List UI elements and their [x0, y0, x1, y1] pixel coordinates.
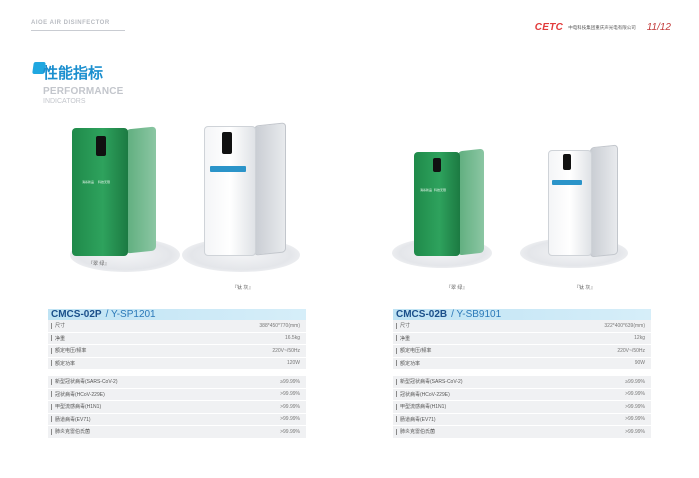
spec-table-left: CMCS-02P / Y-SP1201 尺寸 388*450*770(mm) 净重… — [48, 309, 306, 439]
header-brand: CETC 中电科技集团重庆声光电有限公司 11/12 — [535, 22, 671, 33]
spec-table-right: CMCS-02B / Y-SB9101 尺寸 322*400*639(mm) 净重… — [393, 309, 651, 439]
panel-text-1: 消杀新品 — [82, 180, 95, 184]
panel-text-4: 科技无限 — [434, 188, 447, 192]
model-alt: / Y-SB9101 — [451, 309, 502, 320]
spec-row: 额定功率 90W — [393, 357, 651, 370]
spec-header-right: CMCS-02B / Y-SB9101 — [393, 309, 651, 320]
color-label-white-right: 『钛 灰』 — [574, 285, 596, 291]
spec-value: >99.99% — [280, 416, 300, 423]
model-alt: / Y-SP1201 — [105, 309, 156, 320]
spec-label: 肠道病毒(EV71) — [51, 416, 91, 423]
spec-row: 甲型流感病毒(H1N1) >99.99% — [48, 401, 306, 414]
color-label-white-left: 『钛 灰』 — [232, 285, 254, 291]
spec-row: 额定功率 120W — [48, 357, 306, 370]
spec-label: 肺炎克雷伯氏菌 — [51, 428, 90, 435]
spec-row: 净重 12kg — [393, 332, 651, 345]
spec-row: 新型冠状病毒(SARS-CoV-2) ≥99.99% — [48, 376, 306, 389]
spec-value: 12kg — [634, 335, 645, 342]
spec-label: 净重 — [51, 335, 65, 342]
model-name: CMCS-02B — [396, 309, 448, 320]
panel-text-2: 科技无限 — [98, 180, 111, 184]
spec-row: 冠状病毒(HCoV-229E) >99.99% — [393, 388, 651, 401]
spec-label: 额定电压/频率 — [51, 347, 86, 354]
spec-label: 额定功率 — [51, 360, 75, 367]
spec-label: 尺寸 — [51, 322, 65, 329]
spec-row: 甲型流感病毒(H1N1) >99.99% — [393, 401, 651, 414]
spec-row: 冠状病毒(HCoV-229E) >99.99% — [48, 388, 306, 401]
spec-label: 冠状病毒(HCoV-229E) — [51, 391, 105, 398]
spec-row: 新型冠状病毒(SARS-CoV-2) ≥99.99% — [393, 376, 651, 389]
spec-value: >99.99% — [280, 403, 300, 410]
spec-value: 90W — [634, 360, 645, 367]
page-title-en-2: INDICATORS — [43, 98, 86, 105]
spec-row: 尺寸 322*400*639(mm) — [393, 320, 651, 333]
spec-value: 220V~/50Hz — [272, 347, 300, 354]
spec-label: 肺炎克雷伯氏菌 — [396, 428, 435, 435]
panel-text-3: 消杀新品 — [420, 188, 433, 192]
spec-value: ≥99.99% — [625, 378, 645, 385]
spec-value: 120W — [286, 360, 300, 367]
spec-label: 甲型流感病毒(H1N1) — [396, 403, 446, 410]
spec-value: 322*400*639(mm) — [604, 322, 645, 329]
spec-row: 肺炎克雷伯氏菌 >99.99% — [48, 426, 306, 439]
header-underline — [31, 30, 125, 31]
spec-value: >99.99% — [280, 428, 300, 435]
spec-row: 肠道病毒(EV71) >99.99% — [393, 413, 651, 426]
spec-label: 新型冠状病毒(SARS-CoV-2) — [51, 378, 118, 385]
spec-row: 肠道病毒(EV71) >99.99% — [48, 413, 306, 426]
spec-label: 甲型流感病毒(H1N1) — [51, 403, 101, 410]
spec-value: 388*450*770(mm) — [259, 322, 300, 329]
cetc-logo: CETC — [534, 22, 564, 33]
header-section-title: AIOE AIR DISINFECTOR — [31, 20, 110, 26]
page-number: 11/12 — [646, 22, 671, 33]
spec-value: >99.99% — [625, 403, 645, 410]
page-title: 性能指标 — [43, 65, 104, 82]
spec-row: 额定电压/频率 220V~/50Hz — [48, 345, 306, 358]
spec-header-left: CMCS-02P / Y-SP1201 — [48, 309, 306, 320]
page-title-en-1: PERFORMANCE — [43, 86, 124, 97]
spec-label: 肠道病毒(EV71) — [396, 416, 436, 423]
spec-label: 尺寸 — [396, 322, 410, 329]
color-label-green-right: 『翠 绿』 — [446, 285, 468, 291]
spec-row: 肺炎克雷伯氏菌 >99.99% — [393, 426, 651, 439]
spec-label: 额定电压/频率 — [396, 347, 431, 354]
spec-row: 额定电压/频率 220V~/50Hz — [393, 345, 651, 358]
spec-value: >99.99% — [625, 391, 645, 398]
company-name: 中电科技集团重庆声光电有限公司 — [568, 24, 636, 30]
spec-value: ≥99.99% — [280, 378, 300, 385]
spec-value: >99.99% — [280, 391, 300, 398]
spec-row: 净重 16.5kg — [48, 332, 306, 345]
model-name: CMCS-02P — [51, 309, 102, 320]
spec-label: 新型冠状病毒(SARS-CoV-2) — [396, 378, 463, 385]
color-label-green-left: 『翠 绿』 — [88, 261, 110, 267]
spec-row: 尺寸 388*450*770(mm) — [48, 320, 306, 333]
spec-label: 净重 — [396, 335, 410, 342]
spec-value: 220V~/50Hz — [617, 347, 645, 354]
spec-label: 冠状病毒(HCoV-229E) — [396, 391, 450, 398]
spec-value: >99.99% — [625, 428, 645, 435]
spec-label: 额定功率 — [396, 360, 420, 367]
spec-value: >99.99% — [625, 416, 645, 423]
spec-value: 16.5kg — [284, 335, 300, 342]
